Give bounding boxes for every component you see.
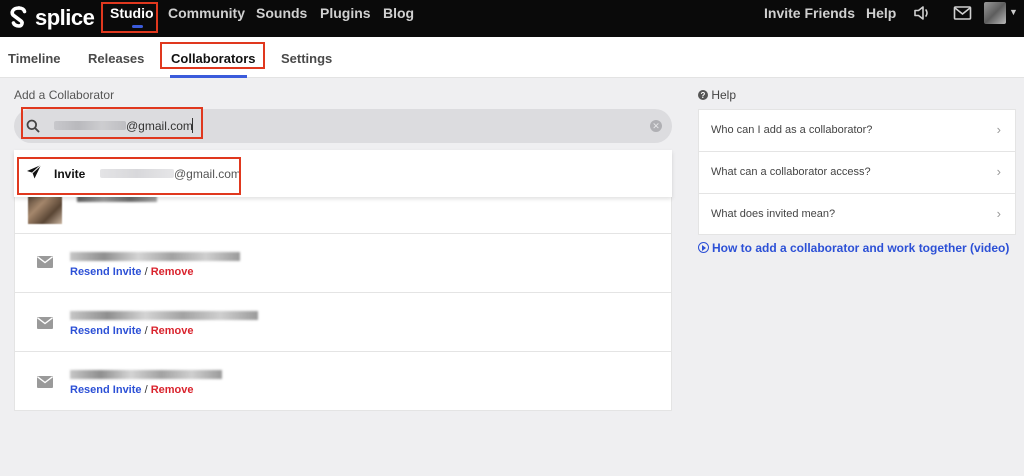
collaborator-list: Resend Invite / Remove Resend Invite / R… (14, 175, 672, 411)
help-title-text: Help (711, 88, 737, 102)
clear-icon[interactable]: ✕ (650, 120, 662, 132)
mail-icon (37, 376, 53, 388)
nav-item-label: Blog (383, 5, 415, 21)
tab-releases[interactable]: Releases (88, 51, 144, 66)
resend-invite-link[interactable]: Resend Invite (70, 325, 142, 337)
list-item: Resend Invite / Remove (15, 293, 671, 352)
mail-icon (37, 256, 53, 268)
redacted-text (70, 252, 240, 261)
list-item: Resend Invite / Remove (15, 352, 671, 410)
help-item-label: Who can I add as a collaborator? (711, 124, 873, 136)
add-collaborator-label: Add a Collaborator (14, 88, 115, 102)
nav-item-community[interactable]: Community (168, 0, 245, 37)
nav-item-plugins[interactable]: Plugins (320, 0, 371, 37)
nav-item-label: Plugins (320, 5, 371, 21)
separator: / (144, 384, 148, 396)
help-item[interactable]: Who can I add as a collaborator? › (699, 110, 1015, 152)
remove-link[interactable]: Remove (151, 266, 194, 278)
help-list: Who can I add as a collaborator? › What … (698, 109, 1016, 235)
annotation-highlight (160, 42, 265, 69)
mail-icon (37, 317, 53, 329)
remove-link[interactable]: Remove (151, 384, 194, 396)
play-icon (698, 242, 709, 253)
nav-item-sounds[interactable]: Sounds (256, 0, 307, 37)
nav-item-label: Community (168, 5, 245, 21)
chevron-right-icon: › (996, 122, 1001, 137)
speaker-icon[interactable] (913, 5, 933, 21)
annotation-highlight (21, 107, 203, 139)
sub-tabs: Timeline Releases Collaborators Settings (0, 37, 1024, 78)
tab-settings[interactable]: Settings (281, 51, 332, 66)
nav-item-blog[interactable]: Blog (383, 0, 414, 37)
active-tab-indicator (170, 75, 247, 78)
splice-logo[interactable]: splice (8, 5, 95, 31)
list-item: Resend Invite / Remove (15, 234, 671, 293)
separator: / (144, 266, 148, 278)
tab-timeline[interactable]: Timeline (8, 51, 61, 66)
annotation-highlight (101, 2, 158, 33)
chevron-right-icon: › (996, 206, 1001, 221)
chevron-right-icon: › (996, 164, 1001, 179)
redacted-text (70, 370, 222, 379)
brand-name: splice (35, 5, 95, 30)
splice-logo-icon (10, 6, 27, 28)
separator: / (144, 325, 148, 337)
help-item-label: What can a collaborator access? (711, 166, 871, 178)
row-actions: Resend Invite / Remove (70, 384, 194, 396)
redacted-text (70, 311, 258, 320)
invite-friends-link[interactable]: Invite Friends (764, 0, 855, 26)
row-actions: Resend Invite / Remove (70, 325, 194, 337)
help-item-label: What does invited mean? (711, 208, 836, 220)
help-video-label: How to add a collaborator and work toget… (712, 241, 1010, 255)
help-title: ? Help (698, 88, 736, 102)
svg-text:?: ? (701, 91, 706, 100)
chevron-down-icon[interactable]: ▼ (1009, 7, 1018, 17)
row-actions: Resend Invite / Remove (70, 266, 194, 278)
annotation-highlight (17, 157, 241, 195)
help-link[interactable]: Help (866, 0, 896, 26)
help-video-link[interactable]: How to add a collaborator and work toget… (698, 241, 1009, 255)
remove-link[interactable]: Remove (151, 325, 194, 337)
help-item[interactable]: What does invited mean? › (699, 194, 1015, 236)
nav-item-label: Sounds (256, 5, 308, 21)
question-icon: ? (698, 90, 708, 100)
resend-invite-link[interactable]: Resend Invite (70, 266, 142, 278)
help-item[interactable]: What can a collaborator access? › (699, 152, 1015, 194)
mail-icon[interactable] (953, 5, 973, 21)
avatar[interactable] (984, 2, 1006, 24)
resend-invite-link[interactable]: Resend Invite (70, 384, 142, 396)
